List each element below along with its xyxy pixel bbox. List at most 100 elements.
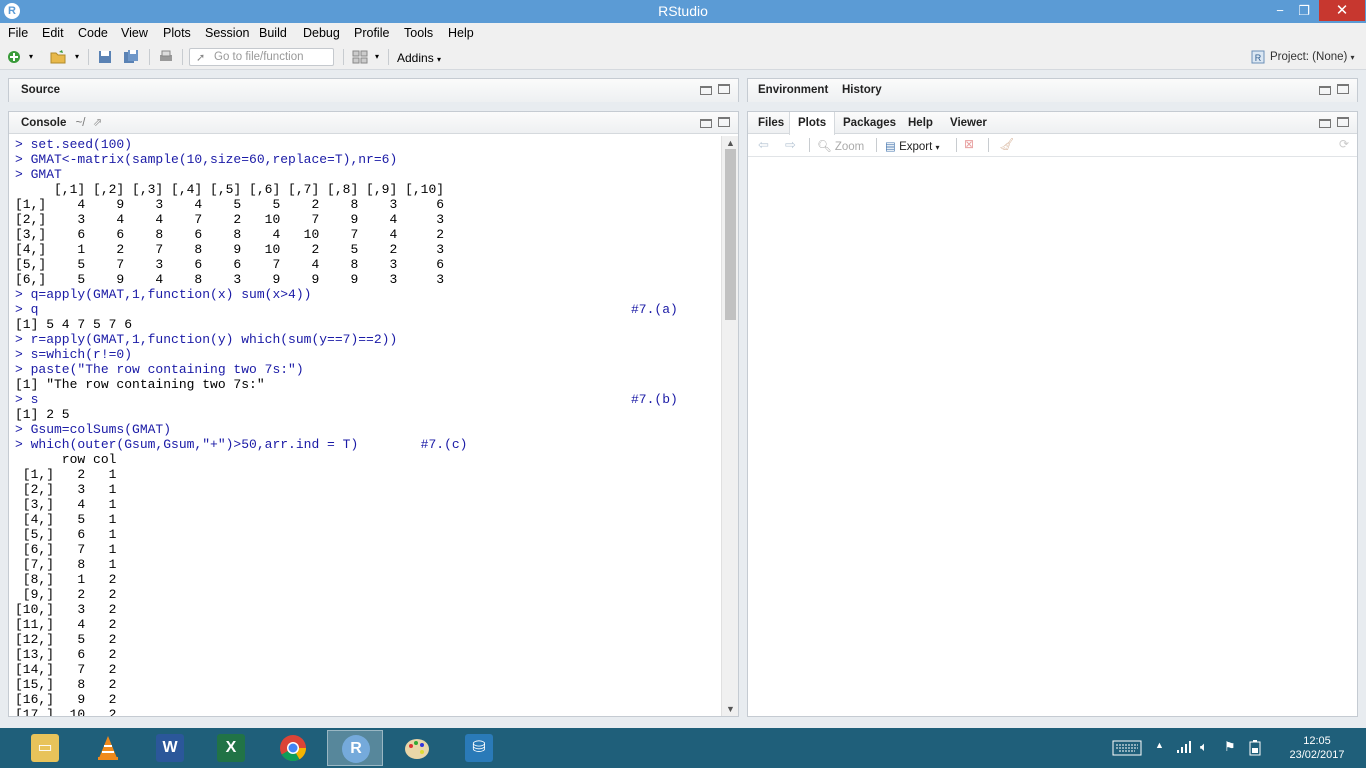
- maximize-pane-icon[interactable]: [718, 117, 730, 127]
- taskbar-chrome[interactable]: [265, 730, 321, 766]
- minimize-pane-icon[interactable]: [700, 119, 712, 128]
- vlc-cone-icon: [98, 736, 118, 760]
- scroll-down-icon[interactable]: ▼: [722, 704, 739, 714]
- new-file-dropdown-icon[interactable]: ▾: [29, 52, 33, 61]
- source-pane-title[interactable]: Source: [13, 79, 68, 101]
- console-input-line: > set.seed(100): [15, 137, 721, 152]
- console-tab[interactable]: Console ~/ ⇗: [13, 112, 110, 134]
- console-scrollbar[interactable]: ▲ ▼: [721, 136, 738, 716]
- menu-help[interactable]: Help: [448, 26, 474, 40]
- toolbar-separator: [149, 49, 150, 65]
- console-line-text: > paste("The row containing two 7s:"): [15, 362, 304, 377]
- menu-file[interactable]: File: [8, 26, 28, 40]
- remove-plot-icon[interactable]: ⊠: [964, 137, 974, 151]
- console-output-line: [9,] 2 2: [15, 587, 721, 602]
- workspace-panes-icon[interactable]: [352, 49, 368, 65]
- maximize-pane-icon[interactable]: [1337, 84, 1349, 94]
- minimize-pane-icon[interactable]: [1319, 119, 1331, 128]
- tab-history[interactable]: History: [834, 79, 890, 101]
- taskbar-file-explorer[interactable]: ▭: [17, 730, 73, 766]
- window-title: RStudio: [658, 3, 708, 19]
- maximize-pane-icon[interactable]: [1337, 117, 1349, 127]
- back-arrow-icon[interactable]: ⇦: [758, 137, 769, 153]
- refresh-icon[interactable]: ⟳: [1339, 137, 1349, 151]
- menu-session[interactable]: Session: [205, 26, 249, 40]
- menu-build[interactable]: Build: [259, 26, 287, 40]
- go-to-directory-icon[interactable]: ⇗: [93, 117, 103, 129]
- forward-arrow-icon[interactable]: ⇨: [785, 137, 796, 153]
- console-input-line: > q #7.(a): [15, 302, 721, 317]
- menu-debug[interactable]: Debug: [303, 26, 340, 40]
- new-file-icon[interactable]: [6, 49, 22, 65]
- console-output-line: [11,] 4 2: [15, 617, 721, 632]
- console-output[interactable]: > set.seed(100) > GMAT<-matrix(sample(10,…: [9, 136, 721, 716]
- menu-edit[interactable]: Edit: [42, 26, 64, 40]
- battery-icon[interactable]: [1248, 740, 1262, 756]
- menu-view[interactable]: View: [121, 26, 148, 40]
- taskbar-clock[interactable]: 12:05 23/02/2017: [1282, 734, 1352, 762]
- console-line-text: [13,] 6 2: [15, 647, 117, 662]
- zoom-button[interactable]: 🔍︎ Zoom: [817, 139, 864, 153]
- export-dropdown-icon: ▾: [935, 143, 940, 152]
- console-output-line: [1,] 4 9 3 4 5 5 2 8 3 6: [15, 197, 721, 212]
- tab-environment[interactable]: Environment: [750, 79, 836, 101]
- restore-button[interactable]: ❐: [1290, 0, 1318, 21]
- open-folder-icon[interactable]: [50, 49, 66, 65]
- console-output-line: [12,] 5 2: [15, 632, 721, 647]
- console-line-text: > s: [15, 392, 39, 407]
- tab-help[interactable]: Help: [900, 112, 941, 134]
- tab-viewer[interactable]: Viewer: [942, 112, 995, 134]
- console-line-text: [2,] 3 4 4 7 2 10 7 9 4 3: [15, 212, 445, 227]
- console-line-text: > which(outer(Gsum,Gsum,"+")>50,arr.ind …: [15, 437, 468, 452]
- taskbar-paint[interactable]: [389, 730, 445, 766]
- console-line-text: > GMAT<-matrix(sample(10,size=60,replace…: [15, 152, 398, 167]
- console-output-line: [8,] 1 2: [15, 572, 721, 587]
- taskbar-rstudio[interactable]: R: [327, 730, 383, 766]
- volume-icon[interactable]: 🔈︎: [1200, 739, 1208, 755]
- console-output-line: [5,] 6 1: [15, 527, 721, 542]
- minimize-pane-icon[interactable]: [700, 86, 712, 95]
- open-dropdown-icon[interactable]: ▾: [75, 52, 79, 61]
- zoom-icon: 🔍︎: [817, 141, 832, 153]
- console-line-text: [12,] 5 2: [15, 632, 117, 647]
- export-button[interactable]: ▤ Export ▾: [885, 139, 940, 153]
- addins-menu[interactable]: Addins ▾: [397, 51, 441, 65]
- menu-profile[interactable]: Profile: [354, 26, 389, 40]
- menu-tools[interactable]: Tools: [404, 26, 433, 40]
- paint-palette-icon: [405, 739, 429, 759]
- tab-plots[interactable]: Plots: [789, 112, 836, 135]
- taskbar-word[interactable]: W: [142, 730, 198, 766]
- save-icon[interactable]: [97, 49, 113, 65]
- network-signal-icon[interactable]: [1176, 741, 1192, 754]
- tab-files[interactable]: Files: [750, 112, 792, 134]
- toolbar-separator: [343, 49, 344, 65]
- taskbar-vlc[interactable]: [80, 730, 136, 766]
- action-center-flag-icon[interactable]: ⚑: [1224, 739, 1236, 755]
- console-line-text: [7,] 8 1: [15, 557, 117, 572]
- taskbar-excel[interactable]: X: [203, 730, 259, 766]
- console-output-line: [1,] 2 1: [15, 467, 721, 482]
- tab-packages[interactable]: Packages: [835, 112, 904, 134]
- go-to-file-input[interactable]: ➚ Go to file/function: [189, 48, 334, 66]
- keyboard-icon[interactable]: [1112, 740, 1142, 756]
- clear-plots-broom-icon[interactable]: 🧹︎: [999, 137, 1014, 151]
- print-icon[interactable]: [158, 49, 174, 65]
- panes-dropdown-icon[interactable]: ▾: [375, 52, 379, 61]
- clock-time: 12:05: [1303, 735, 1331, 747]
- project-menu[interactable]: Project: (None) ▾: [1252, 51, 1355, 63]
- menu-plots[interactable]: Plots: [163, 26, 191, 40]
- close-button[interactable]: ✕: [1319, 0, 1365, 21]
- maximize-pane-icon[interactable]: [718, 84, 730, 94]
- minimize-pane-icon[interactable]: [1319, 86, 1331, 95]
- save-all-icon[interactable]: [123, 49, 139, 65]
- scrollbar-thumb[interactable]: [725, 149, 736, 320]
- folder-icon: ▭: [31, 734, 59, 762]
- console-line-text: > set.seed(100): [15, 137, 133, 152]
- menu-code[interactable]: Code: [78, 26, 108, 40]
- console-line-text: [16,] 9 2: [15, 692, 117, 707]
- scroll-up-icon[interactable]: ▲: [722, 138, 739, 148]
- show-hidden-icons[interactable]: ▲: [1155, 740, 1164, 750]
- go-to-file-placeholder: Go to file/function: [214, 51, 304, 63]
- console-input-line: > q=apply(GMAT,1,function(x) sum(x>4)): [15, 287, 721, 302]
- taskbar-mysql[interactable]: ⛁: [451, 730, 507, 766]
